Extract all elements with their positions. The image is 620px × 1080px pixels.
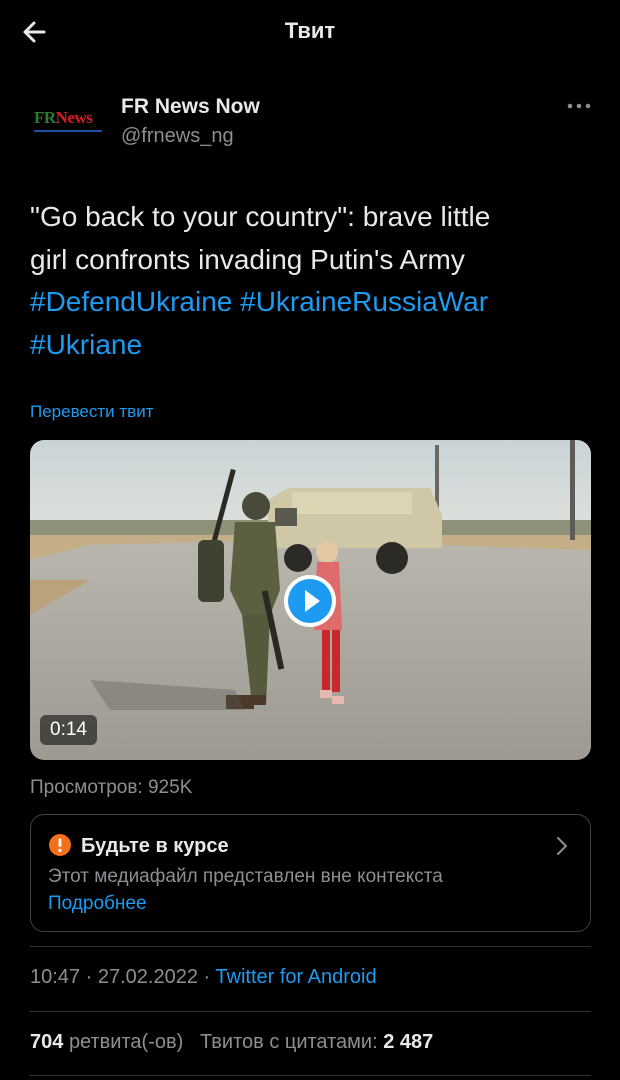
notice-body: Этот медиафайл представлен вне контекста [48, 866, 443, 887]
chevron-right-icon[interactable] [554, 835, 570, 857]
quotes-stat[interactable]: Твитов с цитатами: 2 487 [200, 1031, 433, 1053]
retweets-label: ретвита(-ов) [68, 1031, 184, 1053]
video-duration-badge: 0:14 [40, 715, 97, 745]
tweet-time: 10:47 [30, 966, 81, 988]
notice-title: Будьте в курсе [81, 835, 229, 857]
retweets-stat[interactable]: 704 ретвита(-ов) [30, 1031, 183, 1053]
top-bar: Твит [0, 0, 620, 64]
divider [30, 946, 591, 947]
page-title: Твит [284, 18, 336, 43]
exclamation-circle-icon [49, 834, 71, 856]
client-link[interactable]: Twitter for Android [215, 966, 376, 988]
play-icon[interactable] [282, 573, 338, 629]
author-name[interactable]: FR News Now [121, 95, 260, 119]
context-notice-card[interactable]: Будьте в курсе Этот медиафайл представле… [30, 814, 591, 932]
tweet-text-line: girl confronts invading Putin's Army [30, 243, 465, 275]
meta-separator: · [85, 966, 93, 988]
tweet-metadata: 10:47 · 27.02.2022 · Twitter for Android [30, 966, 377, 989]
hashtag-link[interactable]: #UkraineRussiaWar [240, 286, 488, 317]
avatar[interactable]: FRNews [30, 92, 108, 158]
avatar-logo: FRNews [34, 108, 93, 127]
tweet-text: "Go back to your country": brave little … [30, 196, 595, 366]
more-options-icon[interactable] [566, 96, 592, 116]
avatar-logo-bar [34, 130, 102, 132]
tweet-stats: 704 ретвита(-ов) Твитов с цитатами: 2 48… [30, 1031, 433, 1054]
tweet-text-line: "Go back to your country": brave little [30, 201, 491, 232]
meta-separator: · [203, 966, 211, 988]
tweet-date: 27.02.2022 [97, 966, 198, 988]
retweets-count: 704 [30, 1031, 64, 1053]
divider [30, 1011, 591, 1012]
quotes-count: 2 487 [383, 1031, 434, 1053]
hashtag-link[interactable]: #Ukriane [30, 329, 142, 360]
divider [30, 1075, 591, 1076]
learn-more-link[interactable]: Подробнее [48, 893, 147, 915]
quotes-label: Твитов с цитатами: [199, 1031, 378, 1053]
translate-tweet-link[interactable]: Перевести твит [30, 402, 153, 422]
author-handle[interactable]: @frnews_ng [121, 125, 234, 148]
hashtag-link[interactable]: #DefendUkraine [30, 286, 232, 317]
view-count: Просмотров: 925K [30, 777, 193, 798]
